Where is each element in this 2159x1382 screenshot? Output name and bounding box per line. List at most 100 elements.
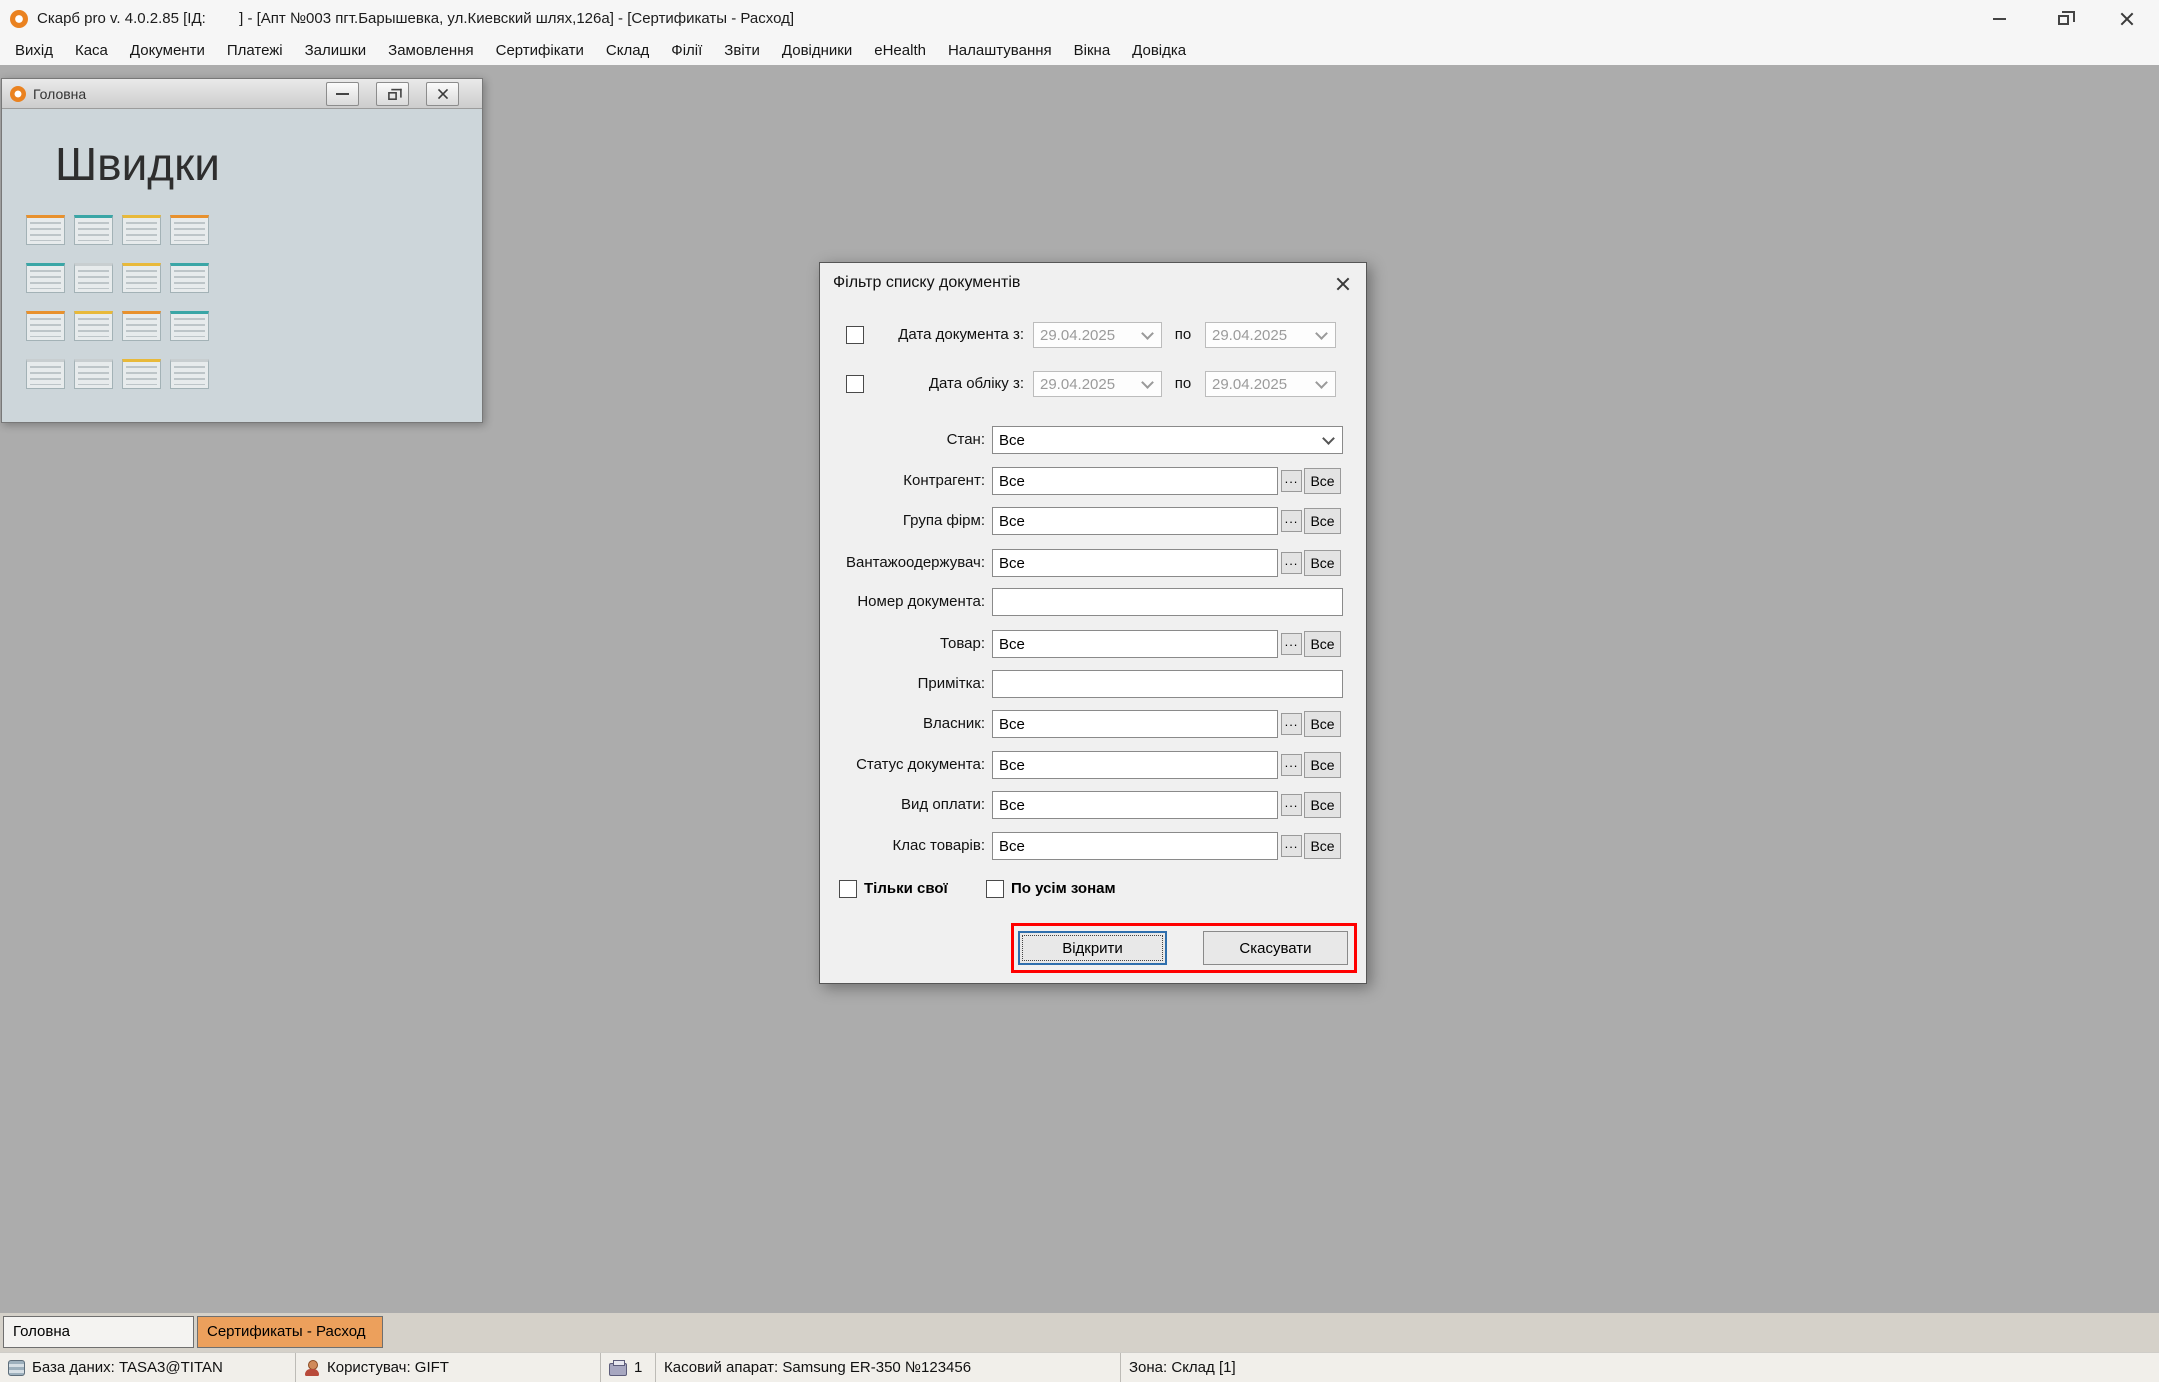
quick-tile[interactable]: [170, 359, 209, 389]
doc-date-from-combo[interactable]: 29.04.2025: [1033, 322, 1162, 348]
payment-type-all-button[interactable]: Все: [1304, 792, 1341, 818]
doc-status-more-button[interactable]: ...: [1281, 754, 1302, 776]
quick-tile[interactable]: [170, 215, 209, 245]
owner-input[interactable]: [992, 710, 1278, 738]
only-mine-checkbox[interactable]: [839, 880, 857, 898]
menu-item-platezhi[interactable]: Платежі: [216, 37, 294, 65]
product-class-all-button[interactable]: Все: [1304, 833, 1341, 859]
minimize-button[interactable]: [1967, 0, 2031, 37]
row-note: Примітка:: [820, 670, 1366, 698]
menubar: Вихід Каса Документи Платежі Залишки Зам…: [0, 37, 2159, 65]
menu-item-vykhid[interactable]: Вихід: [4, 37, 64, 65]
close-button[interactable]: [2095, 0, 2159, 37]
product-all-button[interactable]: Все: [1304, 631, 1341, 657]
quick-access-heading: Швидки: [55, 137, 220, 191]
child-minimize-button[interactable]: [326, 82, 359, 106]
doc-status-all-button[interactable]: Все: [1304, 752, 1341, 778]
contragent-label: Контрагент:: [822, 467, 985, 495]
note-input[interactable]: [992, 670, 1343, 698]
statusbar: База даних: TASA3@TITAN Користувач: GIFT…: [0, 1352, 2159, 1382]
child-restore-button[interactable]: [376, 82, 409, 106]
quick-tile[interactable]: [122, 263, 161, 293]
doc-number-label: Номер документа:: [822, 588, 985, 616]
quick-tile[interactable]: [122, 311, 161, 341]
owner-more-button[interactable]: ...: [1281, 713, 1302, 735]
account-date-checkbox[interactable]: [846, 375, 864, 393]
quick-tile[interactable]: [26, 311, 65, 341]
quick-tile[interactable]: [74, 311, 113, 341]
statusbar-user: Користувач: GIFT: [296, 1353, 601, 1382]
menu-item-zvity[interactable]: Звіти: [713, 37, 771, 65]
owner-all-button[interactable]: Все: [1304, 711, 1341, 737]
product-class-input[interactable]: [992, 832, 1278, 860]
menu-item-vikna[interactable]: Вікна: [1063, 37, 1122, 65]
contragent-more-button[interactable]: ...: [1281, 470, 1302, 492]
menu-item-nalashtuvannia[interactable]: Налаштування: [937, 37, 1063, 65]
restore-icon: [388, 92, 397, 100]
menu-item-sklad[interactable]: Склад: [595, 37, 660, 65]
doc-date-from-value: 29.04.2025: [1034, 327, 1143, 344]
state-label: Стан:: [822, 426, 985, 454]
quick-tile[interactable]: [122, 215, 161, 245]
contragent-input[interactable]: [992, 467, 1278, 495]
quick-tile[interactable]: [74, 215, 113, 245]
highlight-rect: Відкрити Скасувати: [1011, 923, 1357, 973]
menu-item-dovidka[interactable]: Довідка: [1121, 37, 1197, 65]
menu-item-sertyfikaty[interactable]: Сертифікати: [485, 37, 595, 65]
product-input[interactable]: [992, 630, 1278, 658]
state-combo[interactable]: Все: [992, 426, 1343, 454]
doc-date-checkbox[interactable]: [846, 326, 864, 344]
menu-item-ehealth[interactable]: eHealth: [863, 37, 937, 65]
cancel-button[interactable]: Скасувати: [1203, 931, 1348, 965]
menu-item-zamovlennia[interactable]: Замовлення: [377, 37, 484, 65]
firm-group-input[interactable]: [992, 507, 1278, 535]
quick-tile[interactable]: [74, 263, 113, 293]
menu-item-kasa[interactable]: Каса: [64, 37, 119, 65]
menu-item-zalyshky[interactable]: Залишки: [294, 37, 378, 65]
restore-button[interactable]: [2031, 0, 2095, 37]
product-more-button[interactable]: ...: [1281, 633, 1302, 655]
account-date-to-combo[interactable]: 29.04.2025: [1205, 371, 1336, 397]
quick-tile[interactable]: [170, 311, 209, 341]
row-options: Тільки свої По усім зонам: [820, 877, 1366, 901]
doc-status-input[interactable]: [992, 751, 1278, 779]
open-button[interactable]: Відкрити: [1018, 931, 1167, 965]
dialog-titlebar[interactable]: Фільтр списку документів: [820, 263, 1366, 303]
chevron-down-icon: [1141, 327, 1154, 340]
app-icon: [10, 86, 26, 102]
all-zones-checkbox[interactable]: [986, 880, 1004, 898]
contragent-all-button[interactable]: Все: [1304, 468, 1341, 494]
row-firm-group: Група фірм: ... Все: [820, 507, 1366, 535]
device-count: 1: [634, 1359, 642, 1376]
tab-home[interactable]: Головна: [3, 1316, 194, 1348]
payment-type-input[interactable]: [992, 791, 1278, 819]
taskbar: Головна Сертификаты - Расход: [0, 1313, 2159, 1352]
firm-group-all-button[interactable]: Все: [1304, 508, 1341, 534]
consignee-more-button[interactable]: ...: [1281, 552, 1302, 574]
product-class-more-button[interactable]: ...: [1281, 835, 1302, 857]
firm-group-more-button[interactable]: ...: [1281, 510, 1302, 532]
quick-tile[interactable]: [26, 359, 65, 389]
quick-tile[interactable]: [74, 359, 113, 389]
child-window-home: Головна Швидки: [1, 78, 483, 423]
payment-type-more-button[interactable]: ...: [1281, 794, 1302, 816]
account-date-label: Дата обліку з:: [864, 370, 1024, 398]
dialog-close-button[interactable]: [1330, 271, 1356, 297]
menu-item-dokumenty[interactable]: Документи: [119, 37, 216, 65]
quick-tile[interactable]: [26, 263, 65, 293]
quick-tile[interactable]: [170, 263, 209, 293]
owner-label: Власник:: [822, 710, 985, 738]
doc-date-to-combo[interactable]: 29.04.2025: [1205, 322, 1336, 348]
menu-item-dovidnyky[interactable]: Довідники: [771, 37, 863, 65]
tab-certificates-expense[interactable]: Сертификаты - Расход: [197, 1316, 383, 1348]
quick-tile[interactable]: [26, 215, 65, 245]
menu-item-filii[interactable]: Філії: [660, 37, 713, 65]
child-close-button[interactable]: [426, 82, 459, 106]
consignee-input[interactable]: [992, 549, 1278, 577]
quick-tile[interactable]: [122, 359, 161, 389]
child-window-titlebar[interactable]: Головна: [2, 79, 482, 109]
doc-number-input[interactable]: [992, 588, 1343, 616]
account-date-from-combo[interactable]: 29.04.2025: [1033, 371, 1162, 397]
row-contragent: Контрагент: ... Все: [820, 467, 1366, 495]
consignee-all-button[interactable]: Все: [1304, 550, 1341, 576]
